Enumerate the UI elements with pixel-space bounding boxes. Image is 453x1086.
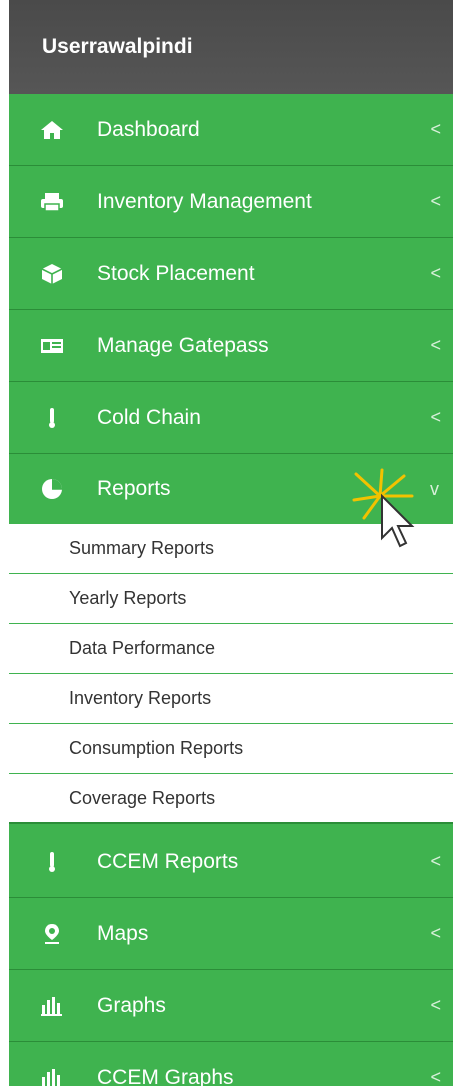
sidebar-item-ccem-graphs[interactable]: CCEM Graphs < — [9, 1042, 453, 1086]
submenu-item-consumption-reports[interactable]: Consumption Reports — [9, 724, 453, 774]
sidebar-item-label: Stock Placement — [97, 261, 255, 285]
sidebar-item-inventory-management[interactable]: Inventory Management < — [9, 166, 453, 238]
submenu-item-summary-reports[interactable]: Summary Reports — [9, 524, 453, 574]
sidebar-item-label: Graphs — [97, 993, 166, 1017]
sidebar-item-label: CCEM Graphs — [97, 1065, 234, 1086]
chevron-left-icon: < — [430, 263, 441, 283]
submenu-item-yearly-reports[interactable]: Yearly Reports — [9, 574, 453, 624]
chevron-left-icon: < — [430, 851, 441, 871]
chevron-left-icon: < — [430, 1067, 441, 1086]
sidebar-item-label: Inventory Management — [97, 189, 312, 213]
map-marker-icon — [39, 922, 65, 946]
submenu-item-inventory-reports[interactable]: Inventory Reports — [9, 674, 453, 724]
bar-chart-icon — [39, 1066, 65, 1086]
sidebar-item-label: Maps — [97, 921, 149, 945]
sidebar-item-label: Manage Gatepass — [97, 333, 269, 357]
id-card-icon — [39, 334, 65, 358]
sidebar-item-label: Reports — [97, 477, 171, 500]
submenu-item-coverage-reports[interactable]: Coverage Reports — [9, 774, 453, 824]
chevron-left-icon: < — [430, 335, 441, 355]
sidebar-item-cold-chain[interactable]: Cold Chain < — [9, 382, 453, 454]
sidebar: Userrawalpindi Dashboard < Inventory Man… — [9, 0, 453, 1086]
chevron-down-icon: v — [430, 478, 439, 499]
thermometer-icon — [39, 406, 65, 430]
chevron-left-icon: < — [430, 407, 441, 427]
sidebar-item-maps[interactable]: Maps < — [9, 898, 453, 970]
sidebar-item-reports[interactable]: Reports v — [9, 454, 453, 524]
cube-icon — [39, 262, 65, 286]
pie-chart-icon — [39, 477, 65, 501]
thermometer-icon — [39, 850, 65, 874]
home-icon — [39, 118, 65, 142]
sidebar-item-dashboard[interactable]: Dashboard < — [9, 94, 453, 166]
sidebar-item-ccem-reports[interactable]: CCEM Reports < — [9, 826, 453, 898]
reports-submenu: Summary Reports Yearly Reports Data Perf… — [9, 524, 453, 824]
bar-chart-icon — [39, 994, 65, 1018]
chevron-left-icon: < — [430, 995, 441, 1015]
printer-icon — [39, 190, 65, 214]
sidebar-item-label: Dashboard — [97, 117, 200, 141]
sidebar-item-label: CCEM Reports — [97, 849, 239, 873]
sidebar-item-stock-placement[interactable]: Stock Placement < — [9, 238, 453, 310]
sidebar-item-graphs[interactable]: Graphs < — [9, 970, 453, 1042]
chevron-left-icon: < — [430, 119, 441, 139]
sidebar-header: Userrawalpindi — [9, 0, 453, 94]
user-name: Userrawalpindi — [42, 35, 193, 58]
sidebar-item-label: Cold Chain — [97, 405, 201, 429]
submenu-item-data-performance[interactable]: Data Performance — [9, 624, 453, 674]
chevron-left-icon: < — [430, 923, 441, 943]
sidebar-item-manage-gatepass[interactable]: Manage Gatepass < — [9, 310, 453, 382]
chevron-left-icon: < — [430, 191, 441, 211]
